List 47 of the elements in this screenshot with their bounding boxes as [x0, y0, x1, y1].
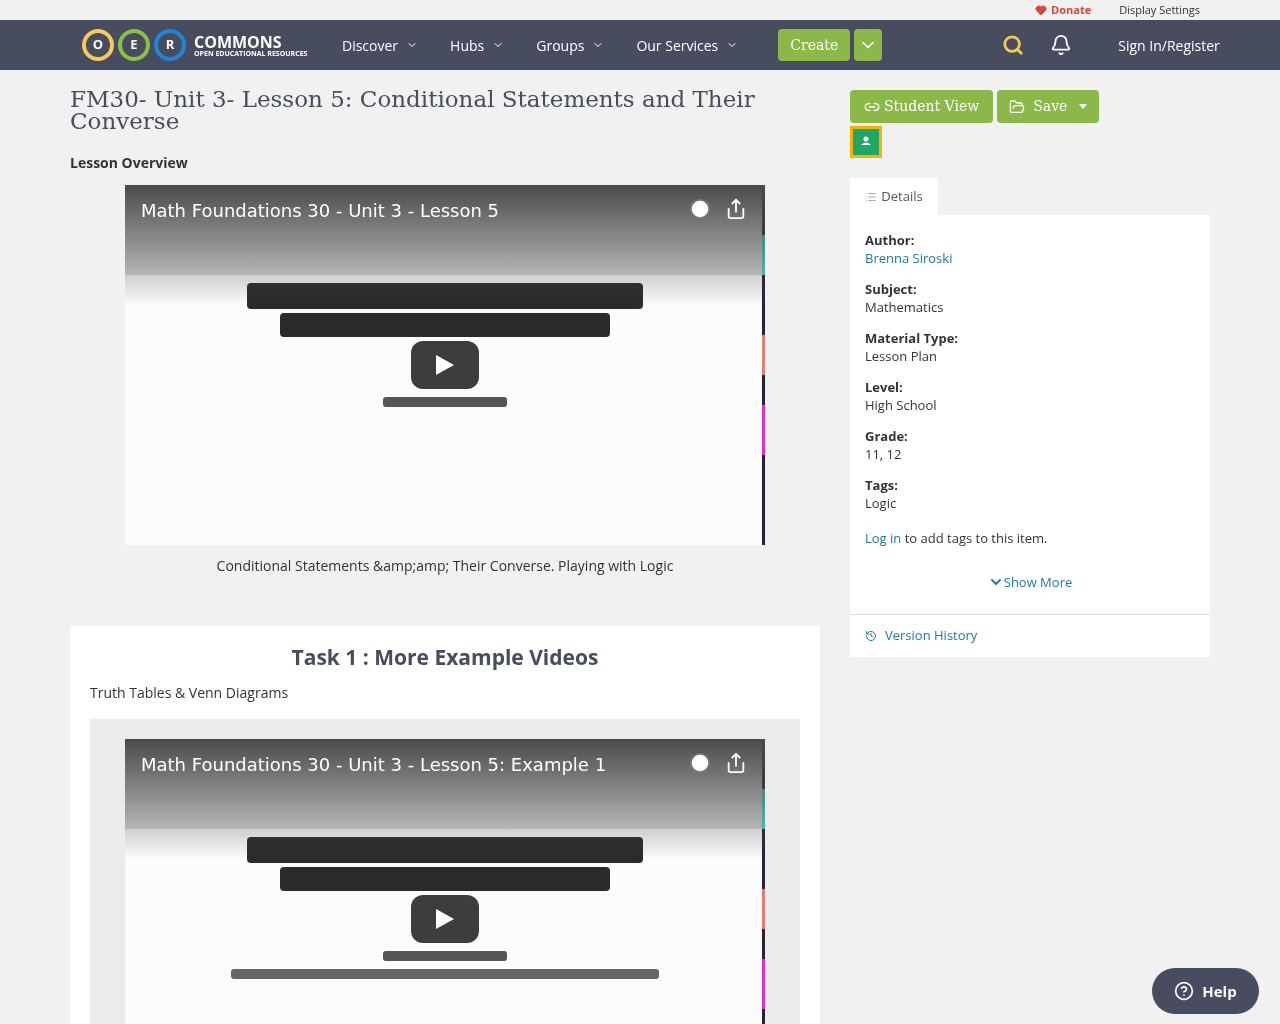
notifications-icon[interactable]: [1050, 34, 1073, 56]
tags-note: Log in to add tags to this item.: [865, 529, 1049, 549]
details-tab[interactable]: Details: [850, 178, 938, 215]
field-label: Level:: [865, 378, 904, 396]
share-icon[interactable]: [725, 198, 747, 220]
classroom-share-icon[interactable]: [850, 126, 882, 158]
share-icon[interactable]: [725, 751, 747, 774]
folder-icon: [1009, 98, 1026, 115]
play-button[interactable]: [411, 894, 479, 943]
task-heading: Task 1 : More Example Videos: [290, 642, 600, 673]
help-icon: [1174, 981, 1195, 1001]
field-label: Grade:: [865, 427, 909, 445]
show-more-link[interactable]: Show More: [987, 572, 1073, 592]
nav-menu-item[interactable]: Our Services: [636, 34, 739, 56]
field-value: Logic: [865, 494, 897, 512]
author-link[interactable]: Brenna Siroski: [865, 249, 953, 267]
play-icon: [436, 908, 454, 929]
play-icon: [436, 355, 454, 375]
history-icon: [865, 629, 877, 642]
page-title: FM30- Unit 3- Lesson 5: Conditional Statements and Their Converse: [70, 88, 756, 132]
display-settings-link[interactable]: Display Settings: [1119, 1, 1200, 19]
field-value: High School: [865, 396, 937, 414]
field-label: Subject:: [865, 280, 918, 298]
nav-menu-item[interactable]: Hubs: [450, 34, 505, 56]
nav-menu-item[interactable]: Groups: [536, 34, 605, 56]
field-value: Lesson Plan: [865, 347, 937, 365]
list-icon: [865, 190, 878, 203]
nav-menu-item[interactable]: Discover: [342, 34, 419, 56]
field-label: Material Type:: [865, 329, 960, 347]
task-subtitle: Truth Tables & Venn Diagrams: [90, 681, 290, 703]
sign-in-link[interactable]: Sign In/Register: [1118, 34, 1220, 56]
heart-icon: [1035, 4, 1048, 16]
version-history-link[interactable]: Version History: [865, 626, 1195, 646]
field-value: Mathematics: [865, 298, 944, 316]
play-button[interactable]: [411, 341, 479, 389]
section-heading: Lesson Overview: [70, 152, 189, 173]
caret-icon: [1079, 104, 1088, 109]
search-icon[interactable]: [1002, 34, 1025, 56]
log-in-link[interactable]: Log in: [865, 529, 902, 547]
video-title[interactable]: Math Foundations 30 - Unit 3 - Lesson 5: [141, 197, 500, 224]
help-button[interactable]: Help: [1152, 968, 1259, 1014]
create-dropdown-button[interactable]: [854, 29, 883, 61]
video-caption: Conditional Statements &amp;amp; Their Converse. Playing with Logic: [215, 555, 675, 576]
field-label: Tags:: [865, 476, 899, 494]
field-value: 11, 12: [865, 445, 902, 463]
donate-link[interactable]: Donate: [1035, 1, 1092, 19]
field-label: Author:: [865, 231, 916, 249]
